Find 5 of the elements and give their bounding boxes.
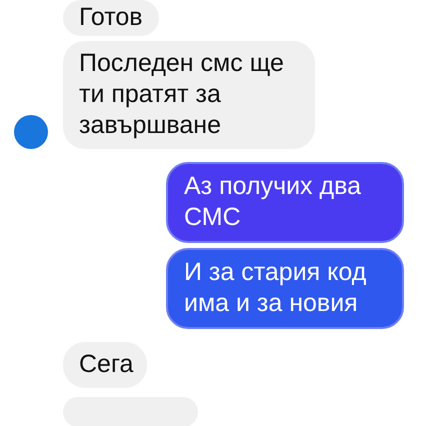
message-bubble: Последен смс ще ти пратят за завършване: [63, 41, 315, 149]
message-bubble: И за стария код има и за новия: [166, 248, 404, 329]
message-bubble: Сега: [63, 342, 148, 388]
message-bubble: Готов: [63, 0, 159, 36]
message-bubble: Аз получих два СМС: [166, 162, 404, 243]
